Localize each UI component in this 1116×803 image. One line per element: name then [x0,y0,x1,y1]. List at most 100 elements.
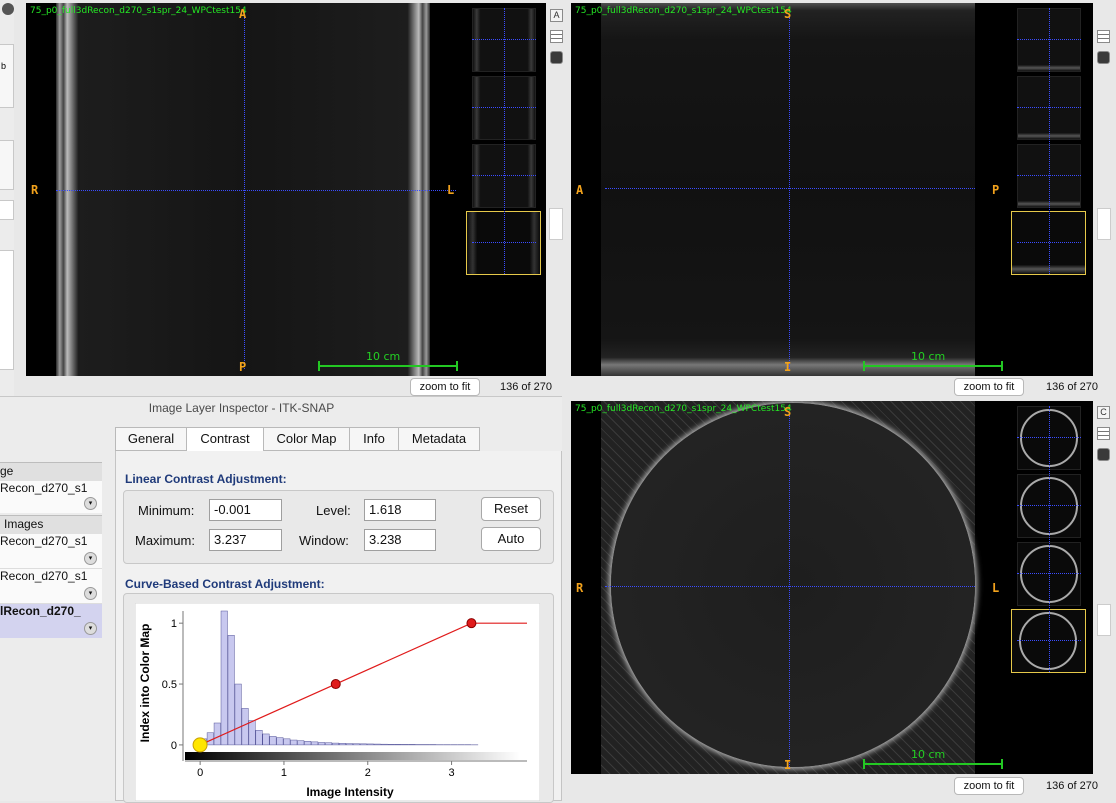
histogram-bar [325,743,331,745]
y-tick-label: 0.5 [162,679,177,691]
layer-list-header-main: ge [0,462,102,482]
tab-contrast[interactable]: Contrast [186,427,264,452]
histogram-bar [311,742,317,745]
layer-item-2[interactable]: Recon_d270_s1 ▾ [0,534,102,569]
sagittal-zoom-to-fit-button[interactable]: zoom to fit [954,378,1024,396]
layer-item-2-label: Recon_d270_s1 [0,534,87,548]
layer-item-main-label: Recon_d270_s1 [0,481,87,495]
chart-xlabel: Image Intensity [306,785,394,799]
coronal-scale-label: 10 cm [911,748,945,761]
toolbar-button-b-label: b [1,61,6,71]
sagittal-image [601,3,975,376]
layer-item-main[interactable]: Recon_d270_s1 ▾ [0,481,102,513]
axial-view[interactable]: 75_p0_full3dRecon_d270_s1spr_24_WPCtest1… [26,3,546,376]
x-tick-label: 3 [449,767,455,779]
axial-label-right: L [447,183,454,197]
layer-item-3-label: Recon_d270_s1 [0,569,87,583]
axial-thumb-crosshair-v [504,8,505,274]
reset-button[interactable]: Reset [481,497,541,521]
histogram-bar [291,740,297,745]
coronal-slice-number: 136 of 270 [1046,780,1098,792]
coronal-zoom-to-fit-button[interactable]: zoom to fit [954,777,1024,795]
sagittal-crosshair-h [605,188,975,189]
histogram-bar [360,744,366,745]
axial-scrollbar[interactable] [549,208,563,240]
toolbar-button-b[interactable]: b [0,44,14,108]
coronal-grid-icon[interactable] [1097,427,1110,440]
linear-contrast-title: Linear Contrast Adjustment: [125,472,287,486]
coronal-view[interactable]: 75_p0_full3dRecon_d270_s1spr_24_WPCtest1… [571,401,1093,774]
histogram-bar [374,744,380,745]
auto-button[interactable]: Auto [481,527,541,551]
axial-grid-icon[interactable] [550,30,563,43]
histogram-bar [277,738,283,745]
chevron-down-icon[interactable]: ▾ [84,552,97,565]
coronal-camera-icon[interactable] [1097,448,1110,461]
minimum-field[interactable]: -0.001 [209,499,282,521]
histogram-bar [367,744,373,745]
tab-general[interactable]: General [115,427,187,451]
histogram-bar [332,743,338,745]
histogram-bar [353,744,359,745]
histogram-bar [214,723,220,745]
histogram-bar [270,736,276,745]
y-tick-label: 0 [171,740,177,752]
chevron-down-icon[interactable]: ▾ [84,497,97,510]
histogram-bar [235,684,241,745]
coronal-scrollbar[interactable] [1097,604,1111,636]
sagittal-view[interactable]: 75_p0_full3dRecon_d270_s1spr_24_WPCtest1… [571,3,1093,376]
histogram-bar [242,708,248,745]
sagittal-label-left: A [576,183,583,197]
layer-icon[interactable] [2,3,14,15]
minimum-label: Minimum: [138,503,194,518]
sagittal-scale-label: 10 cm [911,350,945,363]
curve-control-point [331,680,340,689]
layer-item-4-label: lRecon_d270_ [0,604,81,618]
x-tick-label: 2 [365,767,371,779]
layer-item-4-selected[interactable]: lRecon_d270_ ▾ [0,604,102,638]
tab-metadata[interactable]: Metadata [398,427,480,451]
histogram-bar [318,742,324,744]
histogram-bar [228,635,234,745]
toolbar-panel [0,140,14,190]
toolbar-input[interactable] [0,200,14,220]
curve-control-point [193,738,207,752]
axial-crosshair-v [244,17,245,369]
axial-camera-icon[interactable] [550,51,563,64]
coronal-scale-bar [863,763,1003,765]
contrast-curve-chart[interactable]: 012300.51 Image Intensity Index into Col… [135,603,540,801]
image-layer-inspector-dialog: Image Layer Inspector - ITK-SNAP ge Reco… [0,396,562,801]
curve-control-point [467,619,476,628]
layer-item-3[interactable]: Recon_d270_s1 ▾ [0,569,102,604]
maximum-field[interactable]: 3.237 [209,529,282,551]
window-field[interactable]: 3.238 [364,529,436,551]
sagittal-scrollbar[interactable] [1097,208,1111,240]
histogram-bar [249,721,255,745]
layer-list-header-main-label: ge [0,464,13,478]
sagittal-grid-icon[interactable] [1097,30,1110,43]
histogram-bar [221,611,227,745]
coronal-label-left: R [576,581,583,595]
coronal-circle [611,403,975,767]
level-field[interactable]: 1.618 [364,499,436,521]
sagittal-label-bottom: I [784,360,791,374]
sagittal-camera-icon[interactable] [1097,51,1110,64]
sagittal-scale-bar [863,365,1003,367]
chevron-down-icon[interactable]: ▾ [84,587,97,600]
axial-title: 75_p0_full3dRecon_d270_s1spr_24_WPCtest1… [30,6,247,16]
axial-zoom-to-fit-button[interactable]: zoom to fit [410,378,480,396]
chevron-down-icon[interactable]: ▾ [84,622,97,635]
tab-info[interactable]: Info [349,427,399,451]
coronal-layout-c-icon[interactable]: C [1097,406,1110,419]
coronal-thumbnail-4-circle [1019,612,1077,670]
coronal-crosshair-h [605,586,975,587]
tab-color-map[interactable]: Color Map [263,427,350,451]
sagittal-title: 75_p0_full3dRecon_d270_s1spr_24_WPCtest1… [575,6,792,16]
histogram-bar [263,734,269,745]
toolbar-list[interactable] [0,250,14,370]
axial-layout-a-icon[interactable]: A [550,9,563,22]
axial-label-left: R [31,183,38,197]
intensity-gradient-bar [185,752,520,760]
layer-list-header-additional: Images [0,515,102,535]
curve-contrast-title: Curve-Based Contrast Adjustment: [125,577,325,591]
